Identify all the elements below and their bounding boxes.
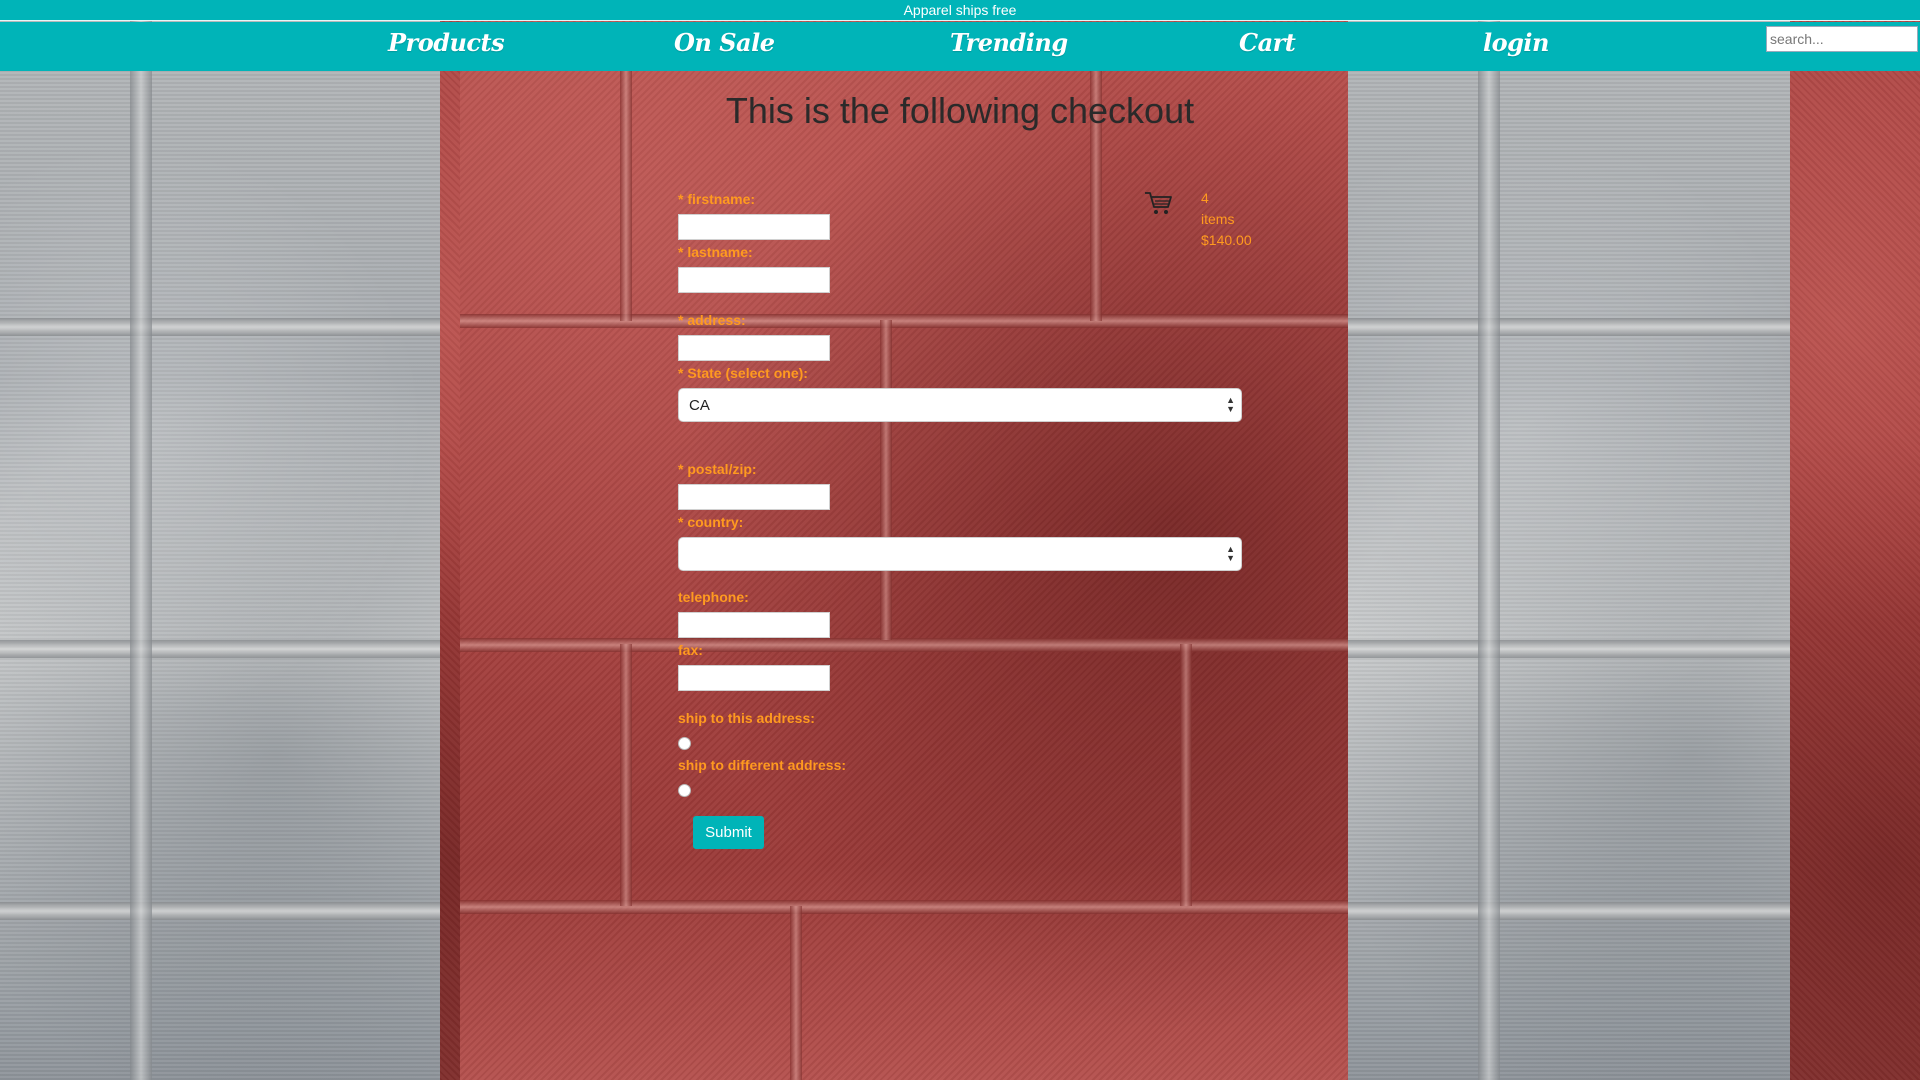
postal-label: * postal/zip: bbox=[678, 461, 757, 477]
promo-banner-text: Apparel ships free bbox=[903, 2, 1017, 18]
brick-joint bbox=[460, 638, 1348, 652]
fax-label: fax: bbox=[678, 642, 703, 658]
lastname-field[interactable] bbox=[678, 267, 830, 293]
main-navbar: Products On Sale Trending Cart login bbox=[0, 22, 1920, 71]
brick-joint bbox=[460, 314, 1348, 328]
telephone-label: telephone: bbox=[678, 589, 749, 605]
submit-button[interactable]: Submit bbox=[693, 816, 764, 849]
ship-this-address-radio[interactable] bbox=[678, 737, 691, 750]
cart-total: $140.00 bbox=[1201, 232, 1252, 248]
ship-this-address-label: ship to this address: bbox=[678, 710, 815, 726]
nav-link-trending[interactable]: Trending bbox=[950, 28, 1068, 57]
lastname-label: * lastname: bbox=[678, 244, 753, 260]
brick-joint bbox=[790, 906, 802, 1080]
ship-different-address-label: ship to different address: bbox=[678, 757, 847, 773]
mortar-joint bbox=[130, 0, 152, 1080]
concrete-wall-left bbox=[0, 0, 460, 1080]
brick-joint bbox=[1180, 644, 1192, 906]
search-input[interactable] bbox=[1766, 26, 1918, 52]
cart-items-label: items bbox=[1201, 211, 1235, 227]
nav-link-products[interactable]: Products bbox=[388, 28, 505, 57]
up-down-arrows-icon: ▲ ▼ bbox=[1226, 395, 1235, 414]
brick-strip-right bbox=[1790, 0, 1920, 1080]
country-label: * country: bbox=[678, 514, 744, 530]
state-label: * State (select one): bbox=[678, 365, 808, 381]
firstname-label: * firstname: bbox=[678, 191, 756, 207]
brick-joint bbox=[880, 320, 892, 640]
fax-field[interactable] bbox=[678, 665, 830, 691]
brick-strip-left bbox=[440, 0, 460, 1080]
up-down-arrows-icon: ▲ ▼ bbox=[1226, 544, 1235, 563]
ship-different-address-radio[interactable] bbox=[678, 784, 691, 797]
nav-link-cart[interactable]: Cart bbox=[1239, 28, 1296, 57]
shopping-cart-icon[interactable] bbox=[1144, 190, 1174, 216]
address-label: * address: bbox=[678, 312, 746, 328]
country-select[interactable]: ▲ ▼ bbox=[678, 537, 1242, 571]
cart-item-count: 4 bbox=[1201, 190, 1209, 206]
mortar-joint bbox=[1478, 0, 1500, 1080]
postal-field[interactable] bbox=[678, 484, 830, 510]
telephone-field[interactable] bbox=[678, 612, 830, 638]
address-field[interactable] bbox=[678, 335, 830, 361]
brick-joint bbox=[460, 900, 1348, 914]
state-select[interactable]: CA ▲ ▼ bbox=[678, 388, 1242, 422]
firstname-field[interactable] bbox=[678, 214, 830, 240]
nav-link-login[interactable]: login bbox=[1483, 28, 1549, 57]
brick-joint bbox=[620, 644, 632, 906]
promo-banner: Apparel ships free bbox=[0, 0, 1920, 21]
state-select-value: CA bbox=[689, 397, 710, 414]
mortar-joint bbox=[0, 902, 460, 920]
mortar-joint bbox=[0, 640, 460, 658]
mortar-joint bbox=[0, 318, 460, 336]
nav-link-on-sale[interactable]: On Sale bbox=[674, 28, 775, 57]
page-title: This is the following checkout bbox=[725, 90, 1195, 131]
